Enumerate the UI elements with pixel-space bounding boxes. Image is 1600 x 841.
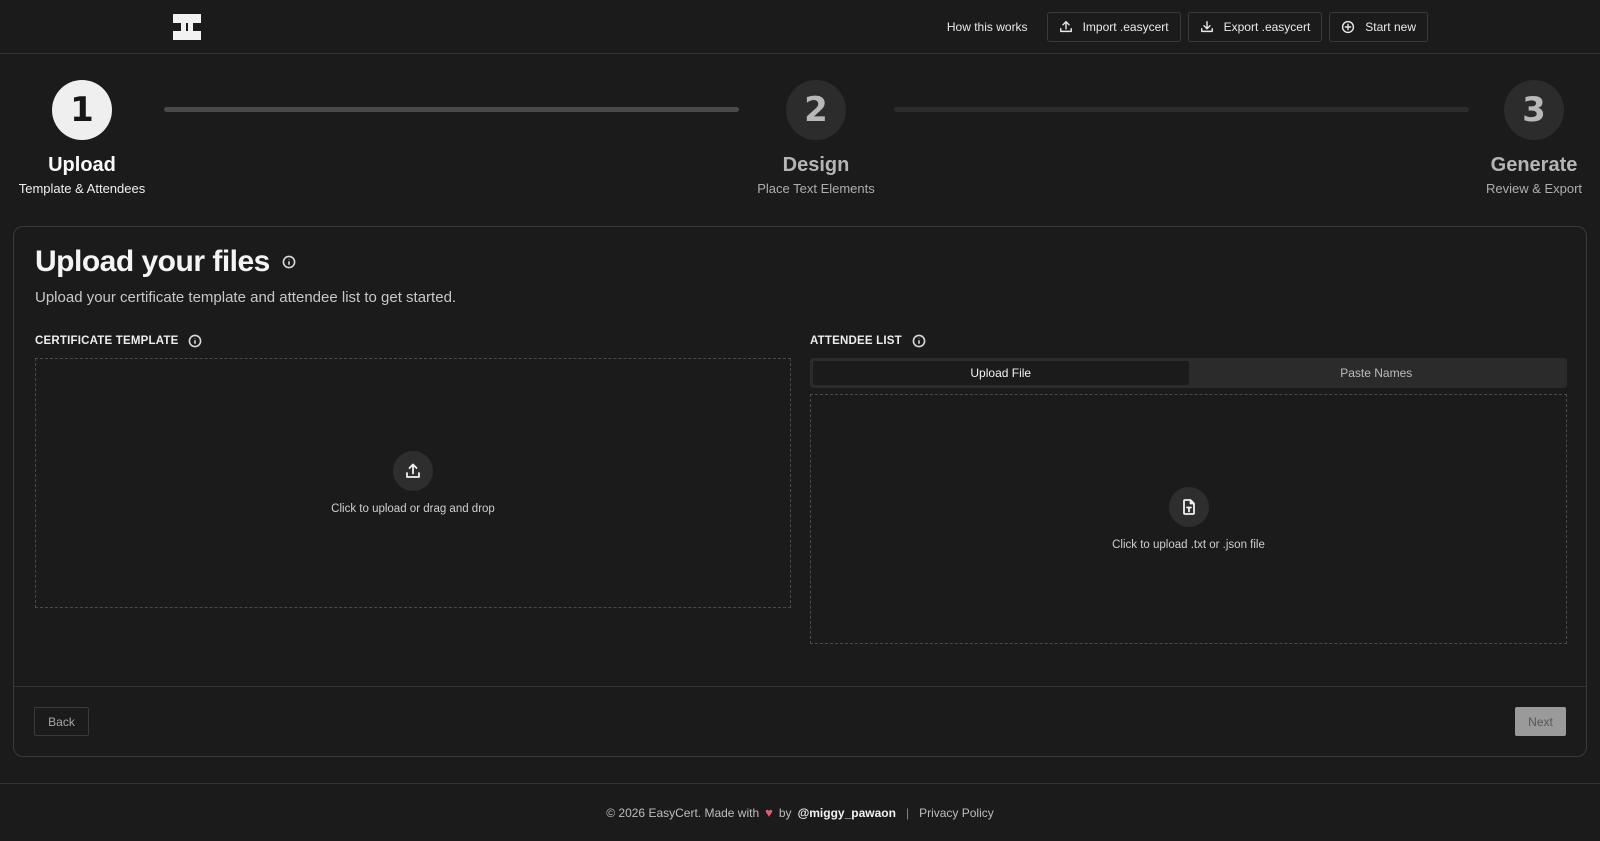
- card-header: Upload your files: [35, 245, 296, 279]
- step-number-badge: 2: [786, 80, 846, 140]
- card-footer-divider: [14, 686, 1586, 687]
- tab-paste-names[interactable]: Paste Names: [1189, 361, 1565, 385]
- step-number-badge: 1: [52, 80, 112, 140]
- step-connector-1: [164, 107, 739, 112]
- page-description: Upload your certificate template and att…: [35, 289, 457, 306]
- step-subtitle: Place Text Elements: [757, 181, 875, 196]
- attendee-list-dropzone[interactable]: Click to upload .txt or .json file: [810, 394, 1567, 644]
- certificate-template-label: CERTIFICATE TEMPLATE: [35, 334, 202, 348]
- heart-icon: ♥: [765, 805, 773, 820]
- file-text-icon: [1168, 487, 1209, 527]
- start-new-button[interactable]: Start new: [1329, 12, 1428, 42]
- by-text: by: [778, 805, 792, 820]
- attendee-list-label: ATTENDEE LIST: [810, 334, 926, 348]
- how-this-works-link[interactable]: How this works: [947, 12, 1040, 42]
- step-subtitle: Review & Export: [1485, 181, 1583, 196]
- step-title: Design: [782, 154, 850, 176]
- page-title: Upload your files: [35, 245, 270, 278]
- plus-circle-icon: [1342, 20, 1355, 34]
- certificate-template-dropzone[interactable]: Click to upload or drag and drop: [35, 358, 791, 608]
- back-button[interactable]: Back: [34, 707, 89, 736]
- footer-separator: |: [905, 805, 910, 820]
- copyright-text: © 2026 EasyCert. Made with: [606, 805, 760, 820]
- info-icon[interactable]: [188, 334, 202, 348]
- attendee-list-heading: ATTENDEE LIST: [810, 335, 902, 347]
- upload-card: Upload your files Upload your certificat…: [13, 226, 1587, 757]
- start-new-label: Start new: [1365, 20, 1416, 34]
- top-navigation-bar: How this works Import .easycert Export .…: [0, 0, 1600, 54]
- tab-upload-file[interactable]: Upload File: [813, 361, 1189, 385]
- info-icon[interactable]: [282, 255, 296, 269]
- attendee-input-tabs: Upload File Paste Names: [810, 358, 1567, 388]
- step-upload: 1 Upload Template & Attendees: [2, 80, 162, 196]
- step-subtitle: Template & Attendees: [18, 181, 146, 196]
- privacy-policy-link[interactable]: Privacy Policy: [919, 806, 994, 820]
- certificate-template-heading: CERTIFICATE TEMPLATE: [35, 335, 179, 347]
- author-handle-link[interactable]: @miggy_pawaon: [798, 806, 896, 820]
- upload-icon: [393, 451, 433, 491]
- import-easycert-label: Import .easycert: [1082, 20, 1169, 34]
- dropzone-hint: Click to upload .txt or .json file: [1112, 539, 1265, 551]
- info-icon[interactable]: [912, 334, 926, 348]
- step-number-badge: 3: [1504, 80, 1564, 140]
- step-title: Generate: [1490, 154, 1578, 176]
- download-icon: [1200, 21, 1213, 33]
- dropzone-hint: Click to upload or drag and drop: [331, 503, 495, 515]
- export-easycert-label: Export .easycert: [1223, 20, 1311, 34]
- header-actions: How this works Import .easycert Export .…: [947, 12, 1428, 42]
- step-title: Upload: [48, 154, 116, 176]
- upload-icon: [1059, 21, 1072, 33]
- step-design: 2 Design Place Text Elements: [736, 80, 896, 196]
- next-button[interactable]: Next: [1515, 707, 1566, 736]
- progress-stepper: 1 Upload Template & Attendees 2 Design P…: [0, 54, 1600, 224]
- page-footer: © 2026 EasyCert. Made with ♥ by @miggy_p…: [0, 783, 1600, 841]
- import-easycert-button[interactable]: Import .easycert: [1046, 12, 1181, 42]
- export-easycert-button[interactable]: Export .easycert: [1187, 12, 1323, 42]
- step-generate: 3 Generate Review & Export: [1454, 80, 1600, 196]
- easycert-logo-icon[interactable]: [173, 14, 201, 40]
- step-connector-2: [894, 107, 1469, 112]
